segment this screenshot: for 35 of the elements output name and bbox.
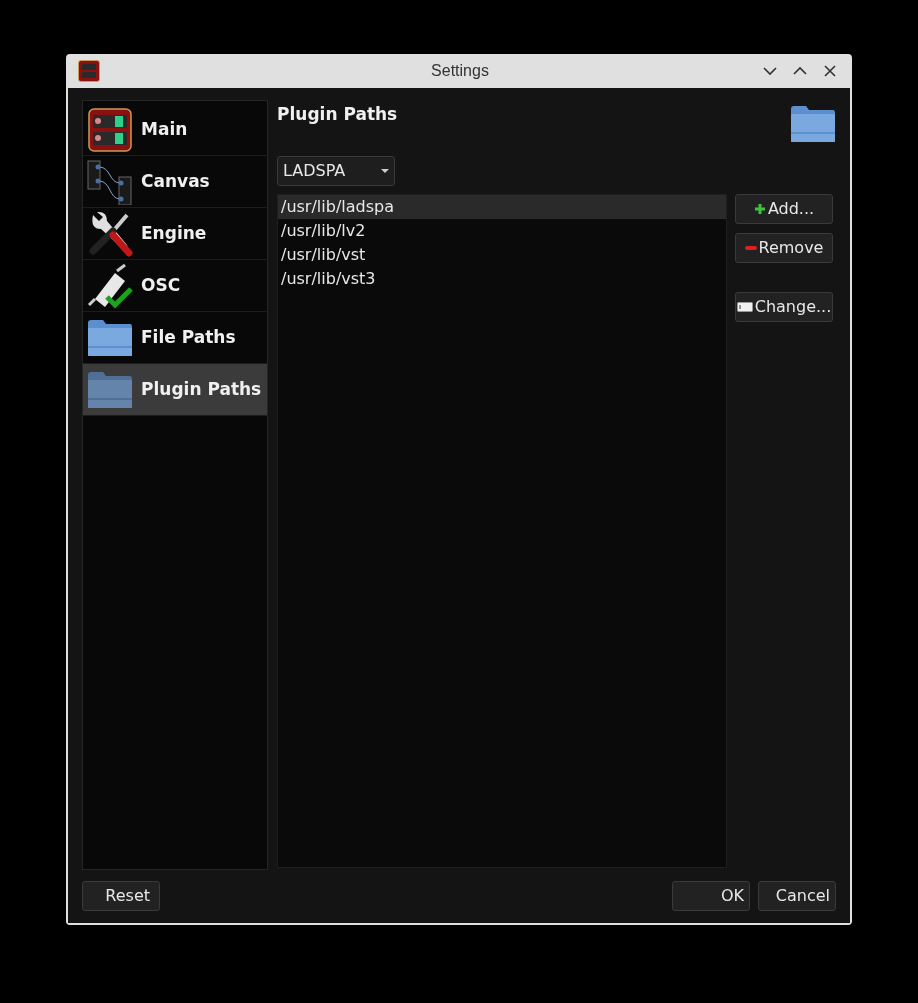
dialog-button[interactable]: OK	[672, 881, 750, 911]
window-title: Settings	[430, 61, 490, 81]
dialog-button[interactable]: Cancel	[758, 881, 836, 911]
sidebar-label: Main	[141, 117, 188, 141]
sidebar-item[interactable]: OSC	[83, 260, 267, 312]
mixer-icon	[87, 106, 133, 153]
plus-icon	[753, 203, 766, 215]
sidebar-item[interactable]: Engine	[83, 208, 267, 260]
sidebar-label: Canvas	[141, 169, 210, 193]
path-item[interactable]: /usr/lib/vst3	[278, 267, 726, 291]
sidebar-item[interactable]: Main	[83, 104, 267, 156]
sidebar-label: OSC	[141, 273, 181, 297]
path-action-button[interactable]: Change...	[735, 292, 833, 322]
app-icon	[78, 60, 100, 82]
tools-icon	[87, 210, 133, 257]
folder-icon	[790, 105, 836, 143]
sidebar-label: Plugin Paths	[141, 377, 262, 401]
path-item[interactable]: /usr/lib/lv2	[278, 219, 726, 243]
path-action-button[interactable]: Remove	[735, 233, 833, 263]
minus-icon	[744, 245, 757, 251]
path-item[interactable]: /usr/lib/ladspa	[278, 195, 726, 219]
patchbay-icon	[87, 158, 133, 205]
plugin-type-dropdown[interactable]: LADSPA	[277, 156, 395, 186]
sidebar-label: Engine	[141, 221, 207, 245]
sidebar-item[interactable]: Plugin Paths	[83, 364, 267, 416]
caret-icon	[381, 169, 389, 173]
plug-check-icon	[87, 262, 133, 309]
reset-button[interactable]: Reset	[82, 881, 160, 911]
sidebar-item[interactable]: File Paths	[83, 312, 267, 364]
panel-title: Plugin Paths	[277, 103, 398, 126]
path-item[interactable]: /usr/lib/vst	[278, 243, 726, 267]
text-field-icon	[736, 302, 753, 312]
sidebar-label: File Paths	[141, 325, 236, 349]
sidebar-item[interactable]: Canvas	[83, 156, 267, 208]
path-action-button[interactable]: Add...	[735, 194, 833, 224]
